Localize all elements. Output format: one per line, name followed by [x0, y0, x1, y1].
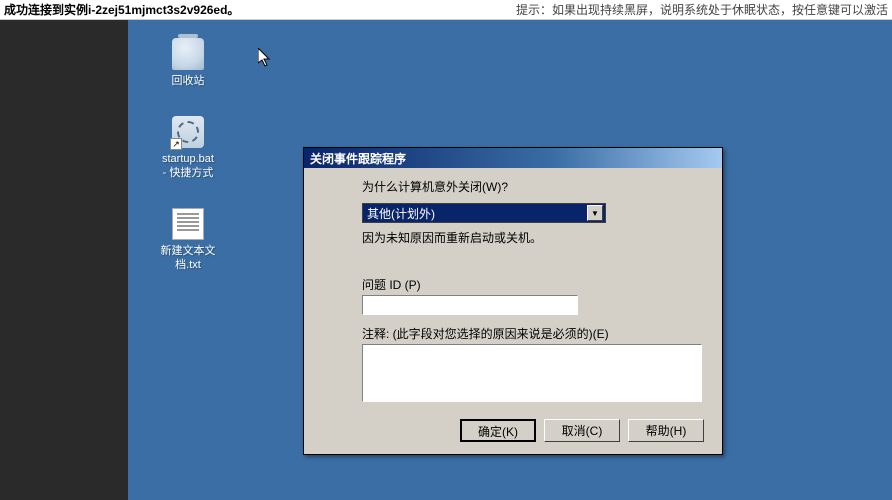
- connection-status: 成功连接到实例i-2zej51mjmct3s2v926ed。: [4, 1, 239, 18]
- dialog-title: 关闭事件跟踪程序: [310, 150, 406, 167]
- reason-dropdown[interactable]: 其他(计划外) ▼: [362, 203, 606, 223]
- icon-label: startup.bat - 快捷方式: [162, 152, 214, 180]
- question-label: 为什么计算机意外关闭(W)?: [362, 180, 508, 194]
- mouse-cursor-icon: [258, 48, 272, 68]
- hint-text: 提示：如果出现持续黑屏，说明系统处于休眠状态，按任意键可以激活: [516, 1, 888, 18]
- dialog-buttons: 确定(K) 取消(C) 帮助(H): [362, 419, 704, 442]
- reason-description: 因为未知原因而重新启动或关机。: [362, 229, 704, 246]
- recycle-bin-icon[interactable]: 回收站: [153, 38, 223, 88]
- dialog-title-bar[interactable]: 关闭事件跟踪程序: [304, 148, 722, 168]
- problem-id-label: 问题 ID (P): [362, 276, 704, 293]
- cancel-button[interactable]: 取消(C): [544, 419, 620, 442]
- desktop-icons-area: 回收站 ↗ startup.bat - 快捷方式 新建文本文 档.txt: [153, 38, 223, 272]
- help-button[interactable]: 帮助(H): [628, 419, 704, 442]
- startup-bat-shortcut[interactable]: ↗ startup.bat - 快捷方式: [153, 116, 223, 180]
- icon-label: 回收站: [172, 74, 205, 88]
- ok-button[interactable]: 确定(K): [460, 419, 536, 442]
- browser-top-bar: 成功连接到实例i-2zej51mjmct3s2v926ed。 提示：如果出现持续…: [0, 0, 892, 20]
- dropdown-value: 其他(计划外): [367, 205, 435, 222]
- comment-textarea[interactable]: [362, 344, 702, 402]
- comment-label: 注释: (此字段对您选择的原因来说是必须的)(E): [362, 325, 704, 342]
- icon-label: 新建文本文 档.txt: [161, 244, 216, 272]
- shortcut-arrow-icon: ↗: [170, 138, 182, 150]
- chevron-down-icon: ▼: [587, 205, 603, 221]
- text-file-icon: [172, 208, 204, 240]
- remote-desktop[interactable]: 回收站 ↗ startup.bat - 快捷方式 新建文本文 档.txt 关闭事…: [128, 20, 892, 500]
- trash-icon: [172, 38, 204, 70]
- new-text-document[interactable]: 新建文本文 档.txt: [153, 208, 223, 272]
- dialog-body: 为什么计算机意外关闭(W)? 其他(计划外) ▼ 因为未知原因而重新启动或关机。…: [304, 168, 722, 454]
- problem-id-input[interactable]: [362, 295, 578, 315]
- shutdown-event-tracker-dialog: 关闭事件跟踪程序 为什么计算机意外关闭(W)? 其他(计划外) ▼ 因为未知原因…: [303, 147, 723, 455]
- gear-icon: ↗: [172, 116, 204, 148]
